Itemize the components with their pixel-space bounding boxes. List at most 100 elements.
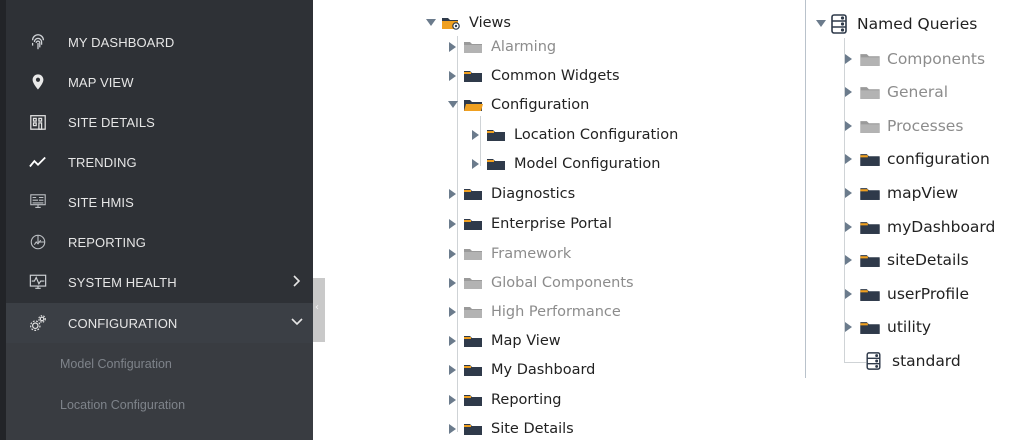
sidebar-item-site-hmis[interactable]: SITE HMIS — [6, 182, 313, 222]
tree-node-processes[interactable]: Processes — [843, 115, 963, 137]
tree-node-reporting[interactable]: Reporting — [447, 389, 562, 411]
sidebar-item-configuration[interactable]: CONFIGURATION — [6, 303, 313, 343]
expand-down-icon[interactable] — [815, 18, 827, 30]
tree-node-general[interactable]: General — [843, 81, 948, 103]
tree-node-common-widgets[interactable]: Common Widgets — [447, 65, 620, 87]
tree-node-label: Views — [469, 15, 511, 31]
expand-right-icon[interactable] — [843, 187, 855, 199]
tree-node-standard[interactable]: standard — [866, 350, 961, 372]
tree-node-location-configuration[interactable]: Location Configuration — [470, 124, 678, 146]
tree-node-components[interactable]: Components — [843, 48, 985, 70]
expand-right-icon[interactable] — [447, 306, 459, 318]
expand-right-icon[interactable] — [447, 335, 459, 347]
tree-node-label: Reporting — [491, 392, 562, 408]
expand-right-icon[interactable] — [470, 158, 482, 170]
expand-right-icon[interactable] — [447, 218, 459, 230]
tree-node-model-configuration[interactable]: Model Configuration — [470, 153, 660, 175]
tree-node-utility[interactable]: utility — [843, 316, 931, 338]
sidebar-item-label: SYSTEM HEALTH — [68, 274, 177, 290]
tree-node-map-view[interactable]: Map View — [447, 330, 561, 352]
tree-node-enterprise-portal[interactable]: Enterprise Portal — [447, 213, 612, 235]
folder-icon — [463, 216, 485, 232]
tree-node-mydashboard[interactable]: myDashboard — [843, 216, 995, 238]
folder-icon — [463, 304, 485, 320]
expand-down-icon[interactable] — [425, 17, 437, 29]
folder-icon — [463, 39, 485, 55]
folder-icon — [859, 151, 881, 167]
folder-icon — [463, 333, 485, 349]
tree-node-mapview[interactable]: mapView — [843, 182, 958, 204]
expand-right-icon[interactable] — [843, 153, 855, 165]
tree-node-named-queries[interactable]: Named Queries — [815, 13, 977, 35]
folder-icon — [859, 252, 881, 268]
folder-icon — [463, 186, 485, 202]
folder-icon — [859, 118, 881, 134]
expand-right-icon[interactable] — [447, 188, 459, 200]
database-icon — [866, 352, 886, 370]
chevron-down-icon[interactable] — [291, 315, 303, 329]
tree-node-label: My Dashboard — [491, 362, 596, 378]
expand-right-icon[interactable] — [843, 120, 855, 132]
expand-right-icon[interactable] — [447, 70, 459, 82]
tree-node-sitedetails[interactable]: siteDetails — [843, 249, 969, 271]
submenu-item-location-configuration[interactable]: Location Configuration — [60, 398, 185, 412]
expand-right-icon[interactable] — [843, 254, 855, 266]
configuration-submenu: Model Configuration Location Configurati… — [6, 343, 313, 440]
building-icon — [28, 112, 48, 132]
expand-right-icon[interactable] — [843, 321, 855, 333]
report-chart-icon — [28, 232, 48, 252]
expand-right-icon[interactable] — [447, 423, 459, 435]
tree-node-framework[interactable]: Framework — [447, 243, 571, 265]
tree-node-label: Enterprise Portal — [491, 216, 612, 232]
tree-node-label: Map View — [491, 333, 561, 349]
sidebar-item-site-details[interactable]: SITE DETAILS — [6, 102, 313, 142]
tree-node-label: Configuration — [491, 97, 590, 113]
tree-node-label: Components — [887, 50, 986, 68]
views-folder-icon — [441, 15, 463, 31]
tree-node-label: siteDetails — [887, 251, 969, 269]
tree-node-my-dashboard[interactable]: My Dashboard — [447, 359, 595, 381]
tree-node-label: Global Components — [491, 275, 634, 291]
sidebar-item-trending[interactable]: TRENDING — [6, 142, 313, 182]
folder-icon — [463, 275, 485, 291]
sidebar-collapse-tab[interactable]: ‹ — [313, 278, 325, 342]
folder-icon — [859, 185, 881, 201]
tree-node-configuration-queries[interactable]: configuration — [843, 148, 990, 170]
sidebar-item-map-view[interactable]: MAP VIEW — [6, 62, 313, 102]
sidebar-item-my-dashboard[interactable]: MY DASHBOARD — [6, 22, 313, 62]
folder-icon — [486, 127, 508, 143]
tree-node-userprofile[interactable]: userProfile — [843, 283, 969, 305]
tree-node-label: Processes — [887, 117, 964, 135]
expand-right-icon[interactable] — [447, 364, 459, 376]
expand-right-icon[interactable] — [843, 288, 855, 300]
expand-right-icon[interactable] — [447, 41, 459, 53]
folder-icon — [463, 421, 485, 437]
expand-right-icon[interactable] — [843, 53, 855, 65]
sidebar-item-reporting[interactable]: REPORTING — [6, 222, 313, 262]
expand-right-icon[interactable] — [843, 221, 855, 233]
tree-node-alarming[interactable]: Alarming — [447, 36, 556, 58]
folder-icon — [463, 392, 485, 408]
tree-node-global-components[interactable]: Global Components — [447, 272, 634, 294]
tree-node-label: Named Queries — [857, 15, 978, 33]
tree-node-configuration[interactable]: Configuration — [447, 94, 589, 116]
expand-right-icon[interactable] — [470, 129, 482, 141]
tree-guide-line — [844, 362, 866, 363]
tree-node-high-performance[interactable]: High Performance — [447, 301, 621, 323]
tree-node-site-details[interactable]: Site Details — [447, 418, 574, 440]
map-pin-icon — [28, 72, 48, 92]
gears-icon — [28, 313, 48, 333]
expand-right-icon[interactable] — [843, 86, 855, 98]
chevron-right-icon[interactable] — [291, 274, 303, 288]
tree-node-diagnostics[interactable]: Diagnostics — [447, 183, 575, 205]
expand-right-icon[interactable] — [447, 248, 459, 260]
expand-down-icon[interactable] — [447, 99, 459, 111]
folder-icon — [859, 319, 881, 335]
tree-node-label: utility — [887, 318, 932, 336]
folder-icon — [463, 68, 485, 84]
sidebar-item-system-health[interactable]: SYSTEM HEALTH — [6, 262, 313, 302]
expand-right-icon[interactable] — [447, 394, 459, 406]
tree-node-views[interactable]: Views — [425, 12, 511, 34]
expand-right-icon[interactable] — [447, 277, 459, 289]
submenu-item-model-configuration[interactable]: Model Configuration — [60, 357, 172, 371]
